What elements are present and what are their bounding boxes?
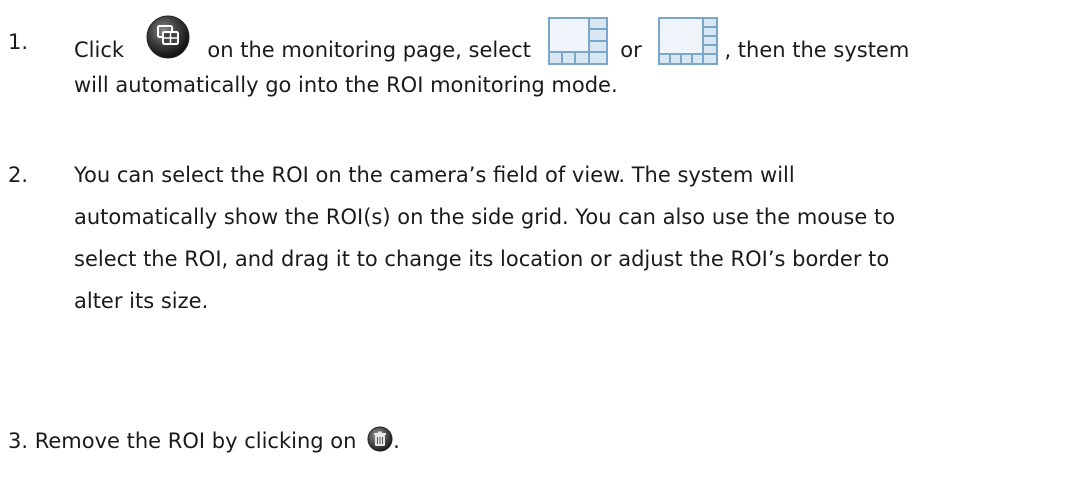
step-3-line: 3. Remove the ROI by clicking on . [8,426,400,456]
monitor-layout-icon [145,14,191,60]
step-1-text-monitoring: on the monitoring page, select [207,38,531,62]
step-1-line-2: will automatically go into the ROI monit… [74,73,618,97]
step-2-line-3: select the ROI, and drag it to change it… [74,247,890,271]
step-1-number: 1. [8,30,29,54]
step-2-line-2: automatically show the ROI(s) on the sid… [74,205,896,229]
step-1-text-then: , then the system [724,38,910,62]
roi-layout-grid-icon-a [547,17,608,65]
step-1-text-or: or [620,38,642,62]
step-2-line-1: You can select the ROI on the camera’s f… [74,163,795,187]
trash-icon [367,426,393,452]
step-3-period: . [393,429,400,453]
step-3-number: 3. [8,429,29,453]
step-1-text-click: Click [74,38,125,62]
roi-layout-grid-icon-b [658,17,719,65]
step-3-text: Remove the ROI by clicking on [34,429,357,453]
step-2-number: 2. [8,163,29,187]
step-1-line-1: Click on the monitoring page, select or … [74,15,910,75]
step-2-line-4: alter its size. [74,289,209,313]
